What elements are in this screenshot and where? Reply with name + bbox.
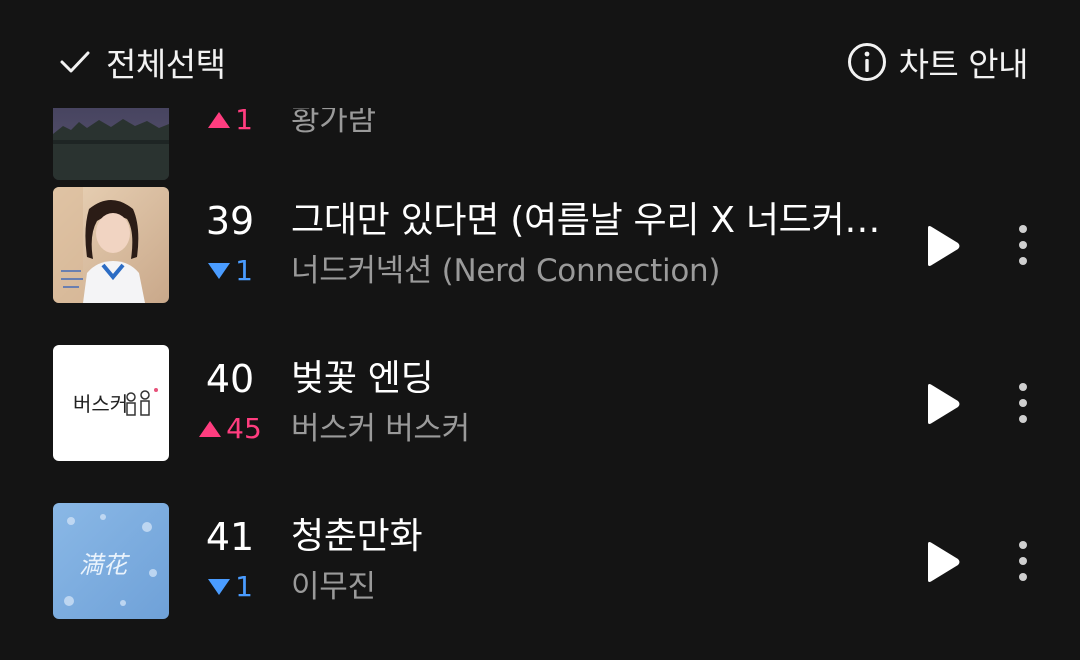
rank-change: 1	[180, 253, 280, 289]
rank-change-value: 45	[226, 412, 262, 445]
artist-name[interactable]: 너드커넥션 (Nerd Connection)	[291, 251, 881, 291]
chart-row[interactable]: 버스커 40 45 벚꽃 엔딩 버스커 버스커	[0, 345, 1080, 485]
artist-name[interactable]: 버스커 버스커	[291, 409, 881, 449]
chart-guide-button[interactable]: 차트 안내	[847, 38, 1029, 86]
select-all-button[interactable]: 전체선택	[58, 38, 226, 86]
song-title[interactable]: 벚꽃 엔딩	[291, 355, 881, 403]
rank-change: 45	[180, 411, 280, 447]
album-art-text: 버스커	[73, 392, 128, 416]
chart-row[interactable]: 満花 41 1 청춘만화 이무진	[0, 503, 1080, 643]
rank-number: 40	[205, 357, 255, 401]
play-icon[interactable]	[918, 539, 964, 585]
artist-name[interactable]: 이무진	[291, 567, 881, 607]
rank-number: 41	[205, 515, 255, 559]
play-icon[interactable]	[918, 223, 964, 269]
more-vertical-icon[interactable]	[1006, 537, 1040, 585]
album-art-busker: 버스커	[53, 345, 169, 461]
album-art-portrait	[53, 187, 169, 303]
info-icon	[847, 43, 886, 81]
check-icon	[60, 51, 90, 73]
album-art-text: 満花	[79, 551, 130, 579]
play-icon[interactable]	[918, 381, 964, 427]
album-art-flowers: 満花	[53, 503, 169, 619]
rank-change-value: 1	[235, 570, 253, 603]
triangle-down-icon	[208, 263, 231, 279]
triangle-up-icon	[208, 112, 231, 128]
more-vertical-icon[interactable]	[1006, 221, 1040, 269]
chart-guide-label: 차트 안내	[898, 45, 1029, 84]
chart-list-screen: 1 황가람 전체선택 차트 안내 39 1 그대만 있다면 (여름날 우리 X …	[0, 0, 1080, 660]
list-header: 전체선택 차트 안내	[0, 0, 1080, 108]
chart-row[interactable]: 39 1 그대만 있다면 (여름날 우리 X 너드커넥션) 너드커넥션 (Ner…	[0, 187, 1080, 327]
rank-number: 39	[205, 199, 255, 243]
select-all-label: 전체선택	[106, 45, 226, 84]
rank-change: 1	[180, 569, 280, 605]
triangle-down-icon	[208, 579, 231, 595]
triangle-up-icon	[199, 421, 222, 437]
more-vertical-icon[interactable]	[1006, 379, 1040, 427]
song-title[interactable]: 그대만 있다면 (여름날 우리 X 너드커넥션)	[291, 197, 881, 245]
rank-change-value: 1	[235, 254, 253, 287]
song-title[interactable]: 청춘만화	[291, 513, 881, 561]
